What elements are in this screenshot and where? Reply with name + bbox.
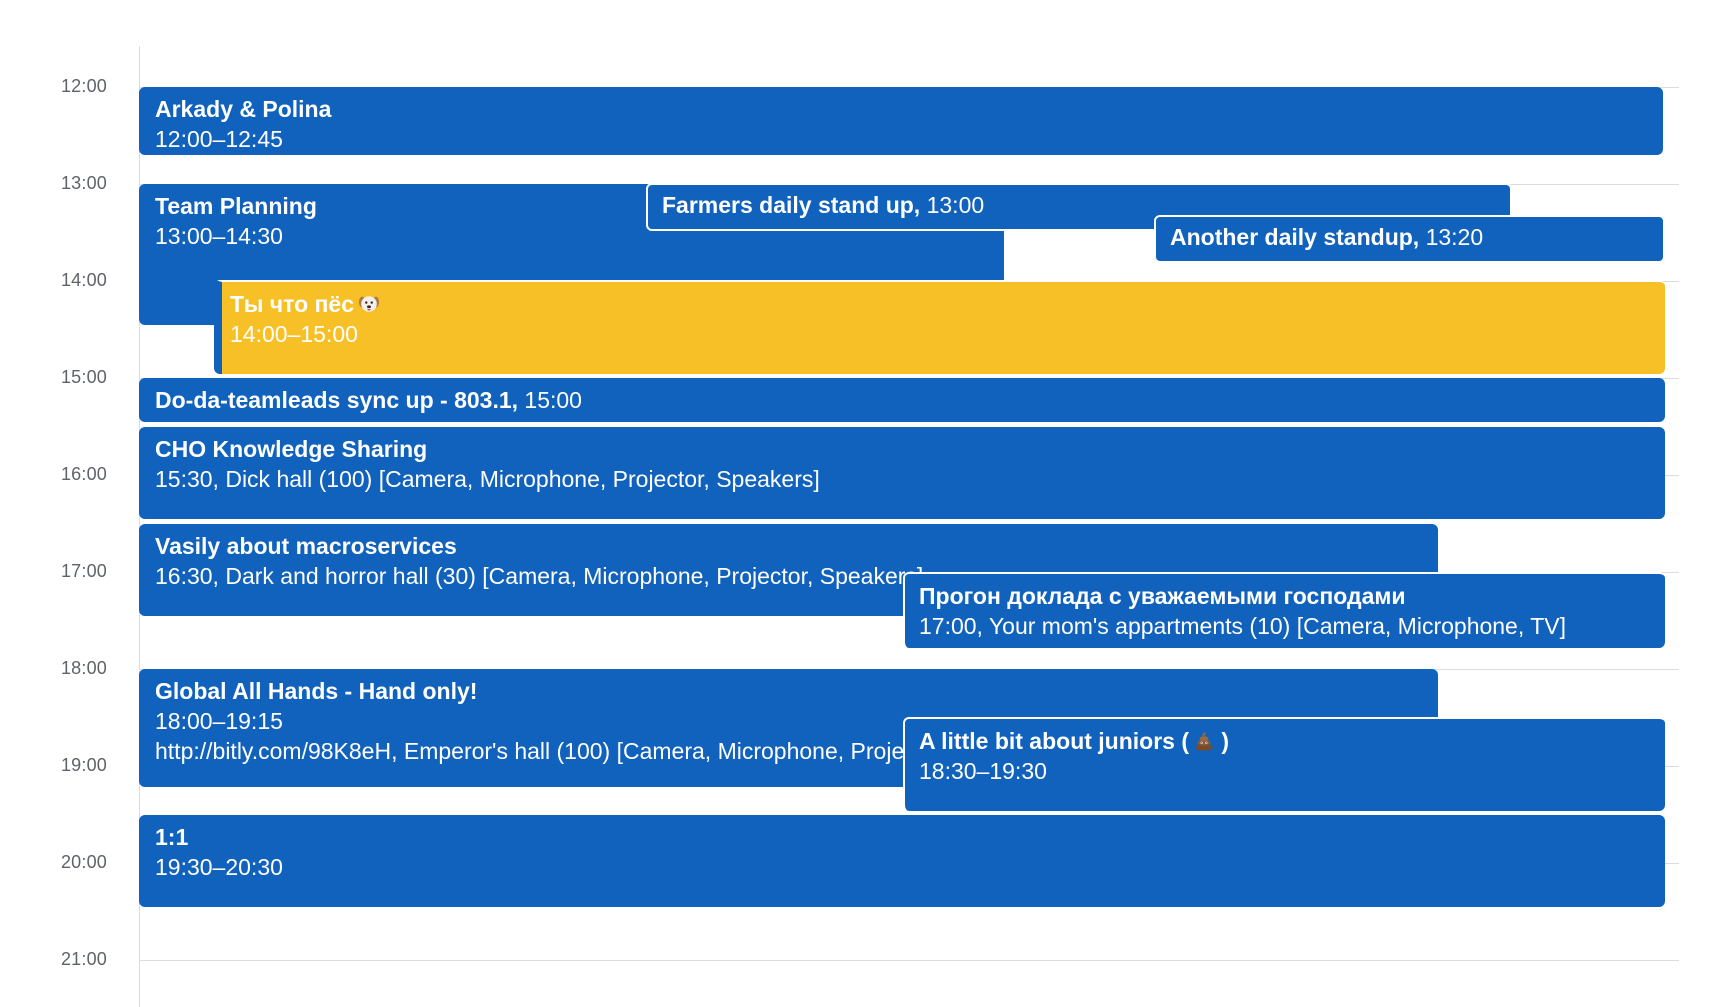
hour-label: 15:00 [60, 367, 107, 387]
event-title-end: ) [1215, 728, 1230, 754]
hour-label: 19:00 [60, 755, 107, 775]
event-details: 15:30, Dick hall (100) [Camera, Micropho… [155, 466, 820, 492]
event-time: 12:00–12:45 [155, 126, 283, 152]
event-doda-teamleads[interactable]: Do-da-teamleads sync up - 803.1, 15:00 [139, 378, 1665, 422]
pile-of-poo-icon [1195, 732, 1213, 751]
event-title: Vasily about macroservices [155, 533, 457, 559]
event-arkady-polina[interactable]: Arkady & Polina 12:00–12:45 [139, 87, 1663, 155]
event-juniors[interactable]: A little bit about juniors ( ) 18:30–19:… [903, 717, 1665, 811]
event-title: CHO Knowledge Sharing [155, 436, 428, 462]
event-one-on-one[interactable]: 1:1 19:30–20:30 [139, 815, 1665, 907]
event-time: 18:30–19:30 [919, 758, 1047, 784]
event-ty-chto-pes[interactable]: Ты что пёс 14:00–15:00 [214, 280, 1665, 374]
event-time: 19:30–20:30 [155, 854, 283, 880]
hour-row-21: 21:00 [0, 949, 1716, 969]
event-title: Прогон доклада с уважаемыми господами [919, 583, 1406, 609]
event-time: 13:00 [920, 192, 985, 218]
hour-label: 13:00 [60, 173, 107, 193]
event-title: Farmers daily stand up, [662, 192, 921, 218]
dog-face-icon [358, 296, 380, 312]
calendar-day-timeline: 12:00 13:00 14:00 15:00 16:00 17:00 18:0… [0, 0, 1716, 1007]
event-another-standup[interactable]: Another daily standup, 13:20 [1154, 215, 1665, 263]
hour-label: 12:00 [60, 76, 107, 96]
hour-label: 21:00 [60, 949, 107, 969]
event-time: 14:00–15:00 [230, 321, 358, 347]
event-title: Ты что пёс [230, 291, 355, 317]
event-title: A little bit about juniors ( [919, 728, 1190, 754]
hour-label: 16:00 [60, 464, 107, 484]
event-title: Arkady & Polina [155, 96, 332, 122]
event-title: Do-da-teamleads sync up - 803.1, [155, 387, 519, 413]
event-cho-knowledge-sharing[interactable]: CHO Knowledge Sharing 15:30, Dick hall (… [139, 427, 1665, 519]
event-title: 1:1 [155, 824, 189, 850]
event-time: 13:20 [1419, 224, 1484, 250]
hour-label: 17:00 [60, 561, 107, 581]
hour-gridline [139, 960, 1679, 961]
hour-label: 20:00 [60, 852, 107, 872]
event-time: 15:00 [518, 387, 582, 413]
event-details: 17:00, Your mom's appartments (10) [Came… [919, 613, 1566, 639]
event-title: Another daily standup, [1170, 224, 1420, 250]
event-progon-doklada[interactable]: Прогон доклада с уважаемыми господами 17… [903, 572, 1665, 648]
event-title: Global All Hands - Hand only! [155, 678, 478, 704]
hour-label: 18:00 [60, 658, 107, 678]
hour-label: 14:00 [60, 270, 107, 290]
